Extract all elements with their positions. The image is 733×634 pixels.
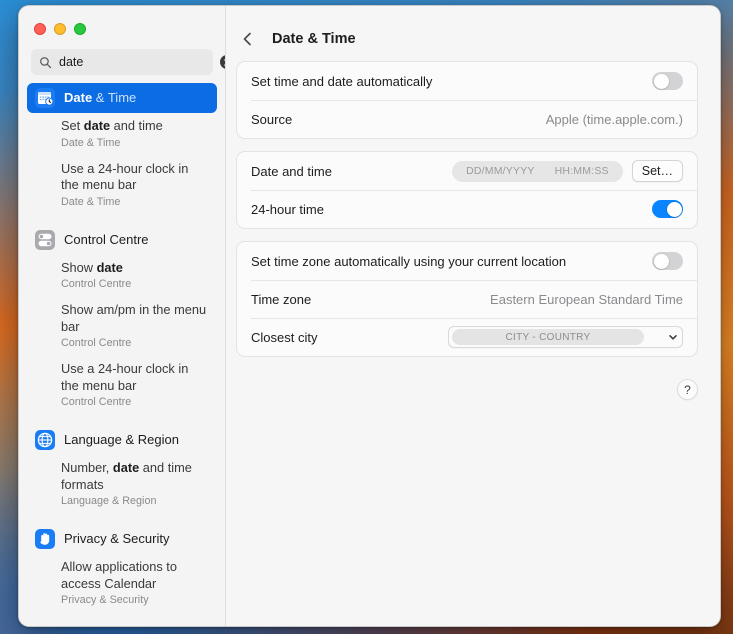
date-segment[interactable]: DD/MM/YYYY bbox=[466, 165, 535, 177]
settings-row: Set time zone automatically using your c… bbox=[237, 242, 697, 280]
settings-group: Set time and date automatically Source App… bbox=[236, 61, 698, 139]
search-box[interactable] bbox=[31, 49, 213, 75]
search-result-item[interactable]: Number, date and time formatsLanguage & … bbox=[27, 456, 217, 514]
search-result-category: Privacy & Security bbox=[61, 593, 209, 607]
search-results-list: Date & TimeSet date and timeDate & TimeU… bbox=[19, 75, 225, 613]
search-result-label: Show date bbox=[61, 260, 209, 277]
help-button[interactable]: ? bbox=[677, 379, 698, 400]
search-result-category: Date & Time bbox=[61, 195, 209, 209]
sidebar-item-label: Privacy & Security bbox=[64, 531, 169, 547]
back-chevron-icon[interactable] bbox=[240, 31, 256, 47]
sidebar-item-label: Language & Region bbox=[64, 432, 179, 448]
search-result-label: Set date and time bbox=[61, 118, 209, 135]
settings-group: Date and time DD/MM/YYYY HH:MM:SS Set… 24-ho… bbox=[236, 151, 698, 229]
sidebar-item-label: Control Centre bbox=[64, 232, 149, 248]
settings-groups: Set time and date automatically Source App… bbox=[226, 53, 720, 357]
sidebar-item-privacy-security[interactable]: Privacy & Security bbox=[27, 524, 217, 554]
date-time-input[interactable]: DD/MM/YYYY HH:MM:SS bbox=[452, 161, 623, 182]
search-result-category: Language & Region bbox=[61, 494, 209, 508]
toggle-knob bbox=[654, 254, 669, 269]
time-segment[interactable]: HH:MM:SS bbox=[555, 165, 609, 177]
search-result-category: Date & Time bbox=[61, 136, 209, 150]
search-result-item[interactable]: Show am/pm in the menu barControl Centre bbox=[27, 298, 217, 356]
privacy-and-security-icon bbox=[35, 529, 55, 549]
sidebar-item-date-time[interactable]: Date & Time bbox=[27, 83, 217, 113]
settings-row: Date and time DD/MM/YYYY HH:MM:SS Set… bbox=[237, 152, 697, 190]
search-result-item[interactable]: Use a 24-hour clock in the menu barDate … bbox=[27, 157, 217, 215]
search-result-category: Control Centre bbox=[61, 336, 209, 350]
sidebar-item-label: Date & Time bbox=[64, 90, 136, 106]
row-control bbox=[652, 252, 683, 270]
close-button[interactable] bbox=[34, 23, 46, 35]
language-and-region-icon bbox=[35, 430, 55, 450]
toggle-switch[interactable] bbox=[652, 252, 683, 270]
pane-header: Date & Time bbox=[226, 6, 720, 53]
search-result-label: Number, date and time formats bbox=[61, 460, 209, 493]
closest-city-value: CITY - COUNTRY bbox=[506, 332, 591, 343]
search-result-category: Control Centre bbox=[61, 277, 209, 291]
row-control bbox=[652, 72, 683, 90]
search-result-item[interactable]: Set date and timeDate & Time bbox=[27, 114, 217, 156]
row-label: Source bbox=[251, 112, 292, 127]
row-control: DD/MM/YYYY HH:MM:SS Set… bbox=[452, 160, 683, 182]
search-result-label: Use a 24-hour clock in the menu bar bbox=[61, 361, 209, 394]
sidebar-item-language-region[interactable]: Language & Region bbox=[27, 425, 217, 455]
set-button[interactable]: Set… bbox=[632, 160, 683, 182]
row-value: Eastern European Standard Time bbox=[490, 292, 683, 307]
row-control bbox=[652, 200, 683, 218]
page-title: Date & Time bbox=[272, 31, 356, 47]
closest-city-dropdown[interactable]: CITY - COUNTRY bbox=[448, 326, 683, 348]
window-controls bbox=[19, 6, 225, 35]
settings-row: Closest city CITY - COUNTRY bbox=[237, 318, 697, 356]
row-control: Apple (time.apple.com.) bbox=[546, 112, 683, 127]
row-control: CITY - COUNTRY bbox=[448, 326, 683, 348]
date-and-time-icon bbox=[35, 88, 55, 108]
search-icon bbox=[39, 56, 52, 69]
system-settings-window: Date & TimeSet date and timeDate & TimeU… bbox=[18, 5, 721, 627]
settings-group: Set time zone automatically using your c… bbox=[236, 241, 698, 357]
settings-row: Time zone Eastern European Standard Time bbox=[237, 280, 697, 318]
row-label: Time zone bbox=[251, 292, 311, 307]
help-container: ? bbox=[226, 369, 720, 400]
search-result-item[interactable]: Use a 24-hour clock in the menu barContr… bbox=[27, 357, 217, 415]
closest-city-pill: CITY - COUNTRY bbox=[452, 329, 644, 345]
toggle-switch[interactable] bbox=[652, 72, 683, 90]
row-label: 24-hour time bbox=[251, 202, 324, 217]
settings-row: 24-hour time bbox=[237, 190, 697, 228]
search-result-category: Control Centre bbox=[61, 395, 209, 409]
search-result-label: Allow applications to access Calendar bbox=[61, 559, 209, 592]
toggle-switch[interactable] bbox=[652, 200, 683, 218]
zoom-button[interactable] bbox=[74, 23, 86, 35]
toggle-knob bbox=[654, 74, 669, 89]
sidebar: Date & TimeSet date and timeDate & TimeU… bbox=[19, 6, 226, 626]
main-pane: Date & Time Set time and date automatica… bbox=[226, 6, 720, 626]
search-result-label: Show am/pm in the menu bar bbox=[61, 302, 209, 335]
chevron-down-icon bbox=[668, 332, 678, 342]
row-label: Set time and date automatically bbox=[251, 74, 432, 89]
search-result-item[interactable]: Show dateControl Centre bbox=[27, 256, 217, 298]
settings-row: Source Apple (time.apple.com.) bbox=[237, 100, 697, 138]
row-label: Set time zone automatically using your c… bbox=[251, 254, 566, 269]
row-label: Closest city bbox=[251, 330, 317, 345]
toggle-knob bbox=[667, 202, 682, 217]
control-centre-icon bbox=[35, 230, 55, 250]
row-label: Date and time bbox=[251, 164, 332, 179]
search-result-label: Use a 24-hour clock in the menu bar bbox=[61, 161, 209, 194]
search-container bbox=[19, 35, 225, 75]
search-input[interactable] bbox=[59, 55, 220, 69]
row-control: Eastern European Standard Time bbox=[490, 292, 683, 307]
row-value: Apple (time.apple.com.) bbox=[546, 112, 683, 127]
minimize-button[interactable] bbox=[54, 23, 66, 35]
settings-row: Set time and date automatically bbox=[237, 62, 697, 100]
sidebar-item-control-centre[interactable]: Control Centre bbox=[27, 225, 217, 255]
search-result-item[interactable]: Allow applications to access CalendarPri… bbox=[27, 555, 217, 613]
